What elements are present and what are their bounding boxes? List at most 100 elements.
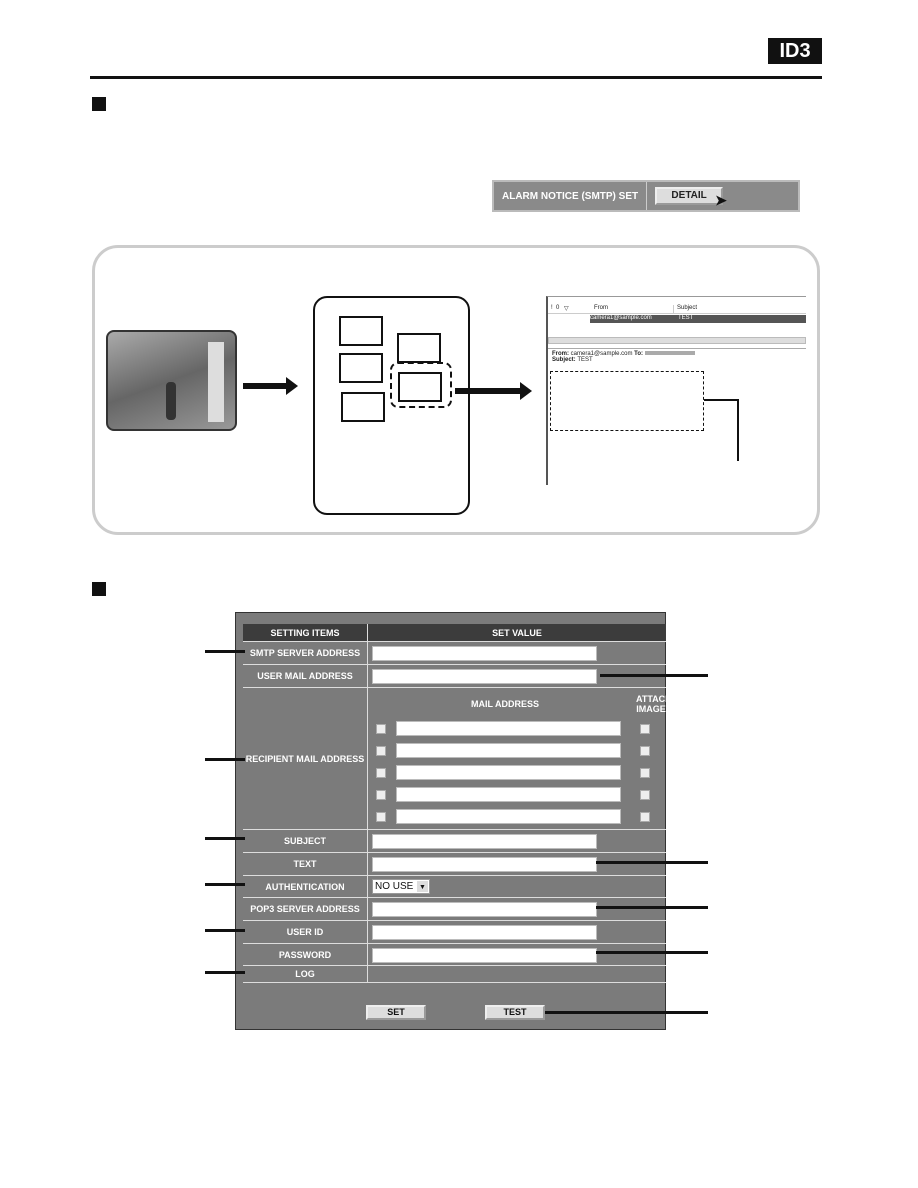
alarm-notice-bar: ALARM NOTICE (SMTP) SET DETAIL ➤ xyxy=(492,180,800,212)
user-mail-input[interactable] xyxy=(372,669,597,684)
attach-label: ATTACH xyxy=(636,694,672,704)
row-subject: SUBJECT xyxy=(243,829,666,852)
mail-from: camera1@sample.com xyxy=(590,315,678,323)
camera-image xyxy=(106,330,237,431)
section-marker xyxy=(92,582,106,596)
mail-list-row[interactable]: camera1@sample.com TEST xyxy=(548,315,806,323)
envelope-icon xyxy=(341,392,385,422)
callout-line xyxy=(205,837,245,840)
recipient-enable-checkbox[interactable] xyxy=(376,768,386,778)
image-attachment-outline xyxy=(550,371,704,431)
to-label: To: xyxy=(634,351,644,357)
envelope-icon xyxy=(339,353,383,383)
page-badge: ID3 xyxy=(768,38,822,64)
row-authentication: AUTHENTICATION NO USE ▼ xyxy=(243,875,666,897)
recipient-address-input[interactable] xyxy=(396,809,621,824)
recipient-enable-checkbox[interactable] xyxy=(376,790,386,800)
envelope-icon xyxy=(397,333,441,363)
section-marker xyxy=(92,97,106,111)
recipient-enable-checkbox[interactable] xyxy=(376,746,386,756)
label-smtp-server: SMTP SERVER ADDRESS xyxy=(243,642,368,664)
password-input[interactable] xyxy=(372,948,597,963)
preview-subject: TEST xyxy=(577,357,593,363)
row-user-id: USER ID xyxy=(243,920,666,943)
row-smtp: SMTP SERVER ADDRESS xyxy=(243,641,666,664)
envelope-icon xyxy=(339,316,383,346)
col-subject: Subject xyxy=(677,305,698,311)
label-pop3-server: POP3 SERVER ADDRESS xyxy=(243,898,368,920)
label-log: LOG xyxy=(243,966,368,982)
attach-image-checkbox[interactable] xyxy=(640,812,650,822)
mail-address-header: MAIL ADDRESS xyxy=(470,699,539,709)
callout-line xyxy=(596,861,708,864)
label-text: TEXT xyxy=(243,853,368,875)
callout-line xyxy=(205,758,245,761)
attach-image-checkbox[interactable] xyxy=(640,790,650,800)
authentication-value: NO USE xyxy=(375,881,414,892)
recipient-address-input[interactable] xyxy=(396,743,621,758)
horizontal-scrollbar[interactable] xyxy=(548,337,806,344)
preview-header: From: camera1@sample.com To: Subject: TE… xyxy=(548,348,806,365)
callout-line xyxy=(205,971,245,974)
label-authentication: AUTHENTICATION xyxy=(243,876,368,897)
callout-line xyxy=(205,650,245,653)
col-flag: ▽ xyxy=(564,306,569,312)
cursor-icon: ➤ xyxy=(715,191,727,208)
callout-line xyxy=(596,951,708,954)
callout-line xyxy=(205,929,245,932)
text-input[interactable] xyxy=(372,857,597,872)
label-user-id: USER ID xyxy=(243,921,368,943)
blurred-address xyxy=(644,351,695,355)
recipient-address-input[interactable] xyxy=(396,721,621,736)
test-button[interactable]: TEST xyxy=(485,1005,545,1020)
chevron-down-icon: ▼ xyxy=(417,881,428,892)
label-recipient: RECIPIENT MAIL ADDRESS xyxy=(243,688,368,829)
label-user-mail: USER MAIL ADDRESS xyxy=(243,665,368,687)
arrow-head-icon xyxy=(520,382,532,400)
callout-line xyxy=(545,1011,708,1014)
col-priority: ! xyxy=(551,305,553,311)
subject-input[interactable] xyxy=(372,834,597,849)
mail-subject: TEST xyxy=(678,315,806,323)
recipient-address-input[interactable] xyxy=(396,787,621,802)
recipient-address-input[interactable] xyxy=(396,765,621,780)
subject-label: Subject: xyxy=(552,357,576,363)
authentication-select[interactable]: NO USE ▼ xyxy=(372,879,430,894)
header-set-value: SET VALUE xyxy=(492,627,542,638)
callout-line xyxy=(205,883,245,886)
callout-line xyxy=(704,399,738,401)
col-attach: 0 xyxy=(556,305,560,311)
attach-image-checkbox[interactable] xyxy=(640,724,650,734)
form-header: SETTING ITEMS SET VALUE xyxy=(243,624,666,641)
callout-line xyxy=(596,906,708,909)
col-from: From xyxy=(594,305,674,313)
arrow xyxy=(455,388,521,394)
alarm-notice-label: ALARM NOTICE (SMTP) SET xyxy=(494,182,648,210)
detail-button[interactable]: DETAIL xyxy=(655,187,724,205)
row-recipient: RECIPIENT MAIL ADDRESS MAIL ADDRESS ATTA… xyxy=(243,687,672,829)
header-rule xyxy=(90,76,822,79)
header-setting-items: SETTING ITEMS xyxy=(243,624,368,641)
arrow-head-icon xyxy=(286,377,298,395)
arrow xyxy=(243,383,288,389)
row-log: LOG xyxy=(243,965,666,983)
callout-line xyxy=(600,674,708,677)
callout-line xyxy=(737,399,739,461)
row-password: PASSWORD xyxy=(243,943,666,965)
recipient-enable-checkbox[interactable] xyxy=(376,724,386,734)
label-subject: SUBJECT xyxy=(243,830,368,852)
set-button[interactable]: SET xyxy=(366,1005,426,1020)
pillar xyxy=(208,342,224,422)
image-label: IMAGE xyxy=(636,704,666,714)
person-figure xyxy=(166,382,176,420)
smtp-server-input[interactable] xyxy=(372,646,597,661)
user-id-input[interactable] xyxy=(372,925,597,940)
recipient-enable-checkbox[interactable] xyxy=(376,812,386,822)
attach-image-checkbox[interactable] xyxy=(640,768,650,778)
attach-image-header: ATTACH IMAGE xyxy=(636,694,672,714)
mail-list-header: ! 0 ▽ From Subject xyxy=(548,305,806,314)
envelope-icon xyxy=(398,372,442,402)
label-password: PASSWORD xyxy=(243,944,368,965)
attach-image-checkbox[interactable] xyxy=(640,746,650,756)
pop3-server-input[interactable] xyxy=(372,902,597,917)
